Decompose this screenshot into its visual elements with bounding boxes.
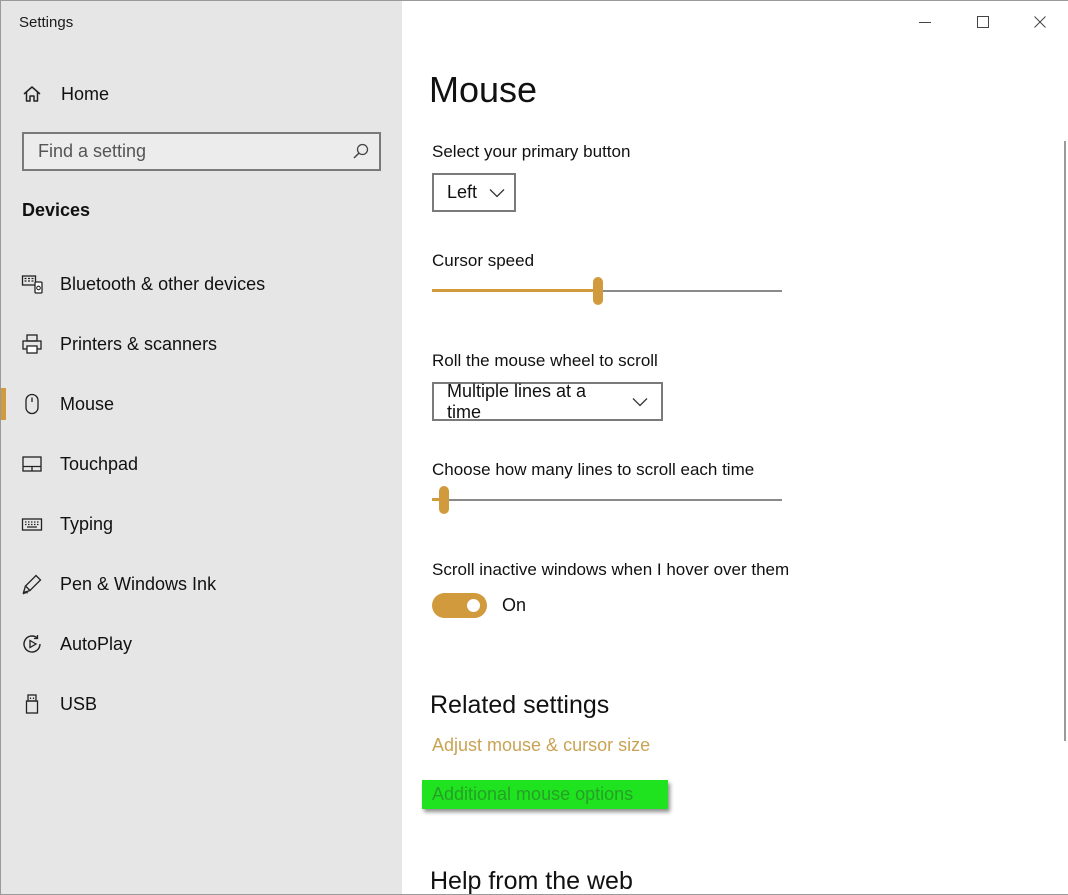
sidebar: Settings Home Devices Bluetooth & other … (1, 1, 402, 895)
help-heading: Help from the web (430, 867, 633, 895)
sidebar-item-printers[interactable]: Printers & scanners (1, 324, 402, 364)
scrollbar[interactable] (1064, 141, 1066, 741)
sidebar-item-label: Pen & Windows Ink (60, 574, 216, 595)
sidebar-item-label: Printers & scanners (60, 334, 217, 355)
adjust-cursor-size-link[interactable]: Adjust mouse & cursor size (432, 735, 650, 756)
slider-thumb[interactable] (439, 486, 449, 514)
maximize-icon (976, 15, 990, 29)
slider-fill (432, 289, 598, 292)
sidebar-home-label: Home (61, 84, 109, 105)
close-button[interactable] (1027, 9, 1053, 35)
wheel-scroll-dropdown[interactable]: Multiple lines at a time (432, 382, 663, 421)
settings-window: Settings Home Devices Bluetooth & other … (0, 0, 1068, 895)
touchpad-icon (20, 452, 44, 476)
slider-thumb[interactable] (593, 277, 603, 305)
inactive-scroll-label: Scroll inactive windows when I hover ove… (432, 560, 789, 580)
sidebar-item-typing[interactable]: Typing (1, 504, 402, 544)
bluetooth-devices-icon (20, 272, 44, 296)
page-title: Mouse (429, 69, 537, 111)
toggle-knob (467, 599, 480, 612)
sidebar-item-bluetooth[interactable]: Bluetooth & other devices (1, 264, 402, 304)
minimize-icon (918, 15, 932, 29)
usb-icon (20, 692, 44, 716)
dropdown-value: Left (447, 182, 477, 203)
dropdown-value: Multiple lines at a time (447, 381, 620, 423)
printer-icon (20, 332, 44, 356)
keyboard-icon (20, 512, 44, 536)
sidebar-item-pen[interactable]: Pen & Windows Ink (1, 564, 402, 604)
minimize-button[interactable] (912, 9, 938, 35)
pen-icon (20, 572, 44, 596)
primary-button-dropdown[interactable]: Left (432, 173, 516, 212)
search-input[interactable] (24, 134, 358, 169)
sidebar-item-usb[interactable]: USB (1, 684, 402, 724)
sidebar-item-label: Bluetooth & other devices (60, 274, 265, 295)
app-title: Settings (19, 14, 73, 31)
search-box[interactable] (22, 132, 381, 171)
sidebar-item-touchpad[interactable]: Touchpad (1, 444, 402, 484)
sidebar-item-autoplay[interactable]: AutoPlay (1, 624, 402, 664)
search-icon[interactable] (351, 142, 371, 162)
inactive-scroll-toggle[interactable] (432, 593, 487, 618)
maximize-button[interactable] (970, 9, 996, 35)
additional-mouse-options-link[interactable]: Additional mouse options (422, 780, 668, 809)
section-title: Devices (22, 200, 90, 221)
sidebar-home[interactable]: Home (21, 81, 109, 107)
toggle-state: On (502, 595, 526, 616)
lines-to-scroll-slider[interactable] (432, 485, 782, 515)
link-label: Additional mouse options (432, 784, 633, 805)
sidebar-item-label: Typing (60, 514, 113, 535)
sidebar-item-label: Touchpad (60, 454, 138, 475)
wheel-scroll-label: Roll the mouse wheel to scroll (432, 351, 658, 371)
cursor-speed-slider[interactable] (432, 276, 782, 306)
related-settings-heading: Related settings (430, 691, 609, 720)
sidebar-item-mouse[interactable]: Mouse (1, 384, 402, 424)
autoplay-icon (20, 632, 44, 656)
inactive-scroll-toggle-row: On (432, 593, 526, 618)
close-icon (1033, 15, 1047, 29)
sidebar-item-label: Mouse (60, 394, 114, 415)
sidebar-item-label: USB (60, 694, 97, 715)
home-icon (21, 83, 43, 105)
cursor-speed-label: Cursor speed (432, 251, 534, 271)
chevron-down-icon (632, 396, 649, 408)
chevron-down-icon (489, 187, 505, 199)
mouse-icon (20, 392, 44, 416)
sidebar-item-label: AutoPlay (60, 634, 132, 655)
primary-button-label: Select your primary button (432, 142, 630, 162)
slider-track (432, 499, 782, 501)
lines-to-scroll-label: Choose how many lines to scroll each tim… (432, 460, 754, 480)
